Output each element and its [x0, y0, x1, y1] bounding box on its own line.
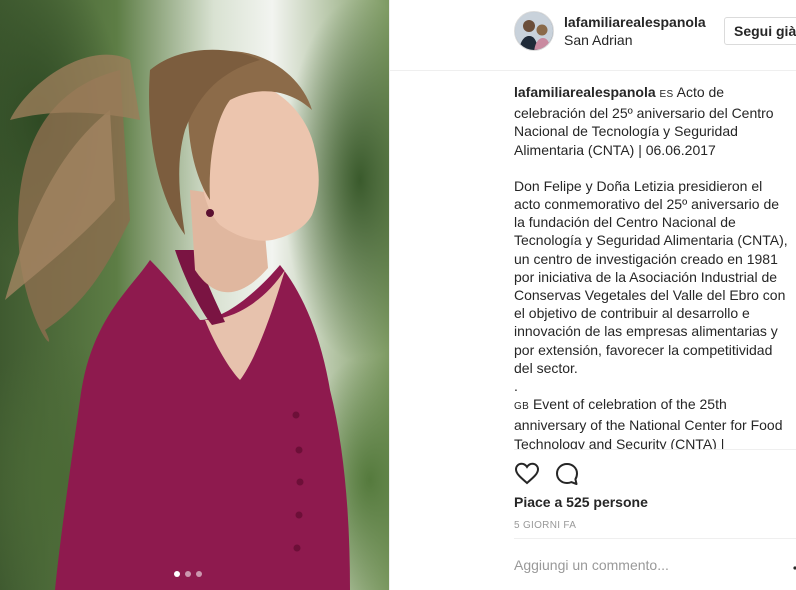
- post-header: lafamiliarealespanola San Adrian Segui g…: [390, 0, 796, 71]
- caption-title-gb-text: Event of celebration of the 25th anniver…: [514, 396, 783, 449]
- likes-count[interactable]: Piace a 525 persone: [514, 494, 648, 510]
- lang-flag-es: ES: [659, 89, 674, 100]
- header-username[interactable]: lafamiliarealespanola: [564, 14, 706, 30]
- heart-icon[interactable]: [514, 461, 540, 487]
- lang-flag-gb: GB: [514, 401, 530, 413]
- caption-username[interactable]: lafamiliarealespanola: [514, 84, 656, 100]
- more-options-icon[interactable]: [792, 565, 796, 571]
- carousel-dot[interactable]: [196, 571, 202, 577]
- comment-icon[interactable]: [554, 461, 580, 487]
- comment-input[interactable]: [514, 553, 784, 577]
- caption-body-es: Don Felipe y Doña Letizia presidieron el…: [514, 177, 788, 376]
- comment-box: [514, 538, 796, 590]
- post-side-panel: lafamiliarealespanola San Adrian Segui g…: [389, 0, 796, 590]
- carousel-indicator[interactable]: [174, 571, 202, 577]
- caption-title-es: lafamiliarealespanola ES Acto de celebra…: [514, 83, 789, 159]
- carousel-dot-active[interactable]: [174, 571, 180, 577]
- photo-subject: [5, 49, 350, 590]
- follow-button[interactable]: Segui già: [724, 17, 796, 45]
- avatar-image: [515, 12, 553, 50]
- post-actions: Piace a 525 persone 5 GIORNI FA: [514, 449, 796, 590]
- carousel-dot[interactable]: [185, 571, 191, 577]
- profile-avatar-icon[interactable]: [514, 11, 554, 51]
- post-photo[interactable]: [0, 0, 389, 590]
- caption-title-gb: GB Event of celebration of the 25th anni…: [514, 395, 789, 449]
- caption-separator: .: [514, 378, 518, 395]
- post-timestamp[interactable]: 5 GIORNI FA: [514, 520, 576, 531]
- header-location[interactable]: San Adrian: [564, 32, 633, 48]
- caption-scroll-area[interactable]: lafamiliarealespanola ES Acto de celebra…: [514, 83, 789, 449]
